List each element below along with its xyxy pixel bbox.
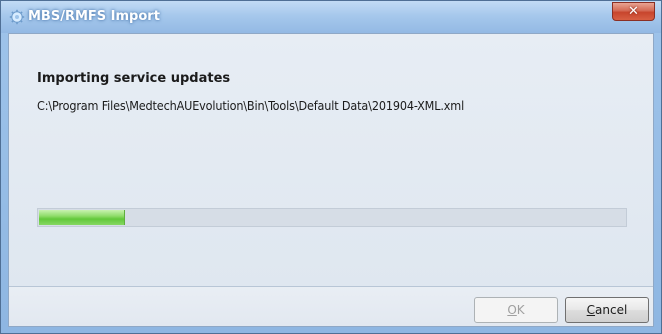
import-dialog-window: MBS/RMFS Import ✕ Importing service upda… xyxy=(0,0,662,334)
title-bar[interactable]: MBS/RMFS Import ✕ xyxy=(1,1,661,33)
close-button[interactable]: ✕ xyxy=(612,2,655,21)
ok-mnemonic: O xyxy=(507,303,517,317)
cancel-button[interactable]: Cancel xyxy=(565,297,649,323)
cancel-label-rest: ancel xyxy=(595,303,628,317)
status-heading: Importing service updates xyxy=(37,71,231,86)
button-bar: OK Cancel xyxy=(9,287,653,326)
dialog-content: Importing service updates C:\Program Fil… xyxy=(9,34,653,286)
cancel-mnemonic: C xyxy=(586,303,596,317)
ok-label-rest: K xyxy=(516,303,525,317)
progress-fill xyxy=(39,210,125,225)
file-path-label: C:\Program Files\MedtechAUEvolution\Bin\… xyxy=(37,98,465,113)
progress-bar xyxy=(37,208,627,227)
ok-button[interactable]: OK xyxy=(474,297,558,323)
gear-icon xyxy=(9,9,25,25)
dialog-client-area: Importing service updates C:\Program Fil… xyxy=(8,33,654,327)
window-title: MBS/RMFS Import xyxy=(28,9,160,24)
close-icon: ✕ xyxy=(628,4,639,19)
